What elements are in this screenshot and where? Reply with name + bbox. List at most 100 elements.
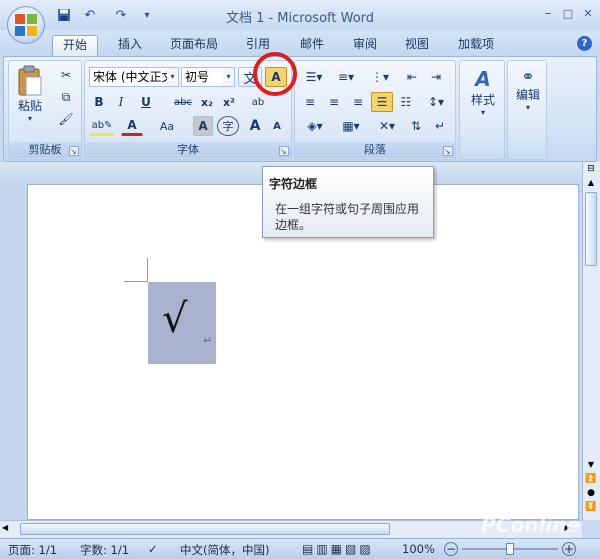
vertical-scrollbar[interactable]: ⊟ ▲ ▼ ⏫ ● ⏬ xyxy=(582,162,600,520)
zoom-level[interactable]: 100% xyxy=(402,542,435,556)
vertical-scroll-thumb[interactable] xyxy=(585,192,597,266)
styles-dropdown-icon: ▾ xyxy=(480,108,485,117)
scroll-down-icon[interactable]: ▼ xyxy=(584,460,598,472)
tab-review[interactable]: 审阅 xyxy=(343,35,387,56)
minimize-button[interactable]: – xyxy=(539,5,557,23)
grow-font-button[interactable]: A xyxy=(245,116,265,136)
font-name-combo[interactable]: 宋体 (中文正文) ▾ xyxy=(89,67,179,87)
crop-mark-vertical xyxy=(147,258,148,282)
paste-label: 粘贴 xyxy=(17,99,42,113)
font-launcher-icon[interactable]: ↘ xyxy=(279,146,289,156)
bullets-icon[interactable]: ☰▾ xyxy=(299,67,329,87)
show-marks-icon[interactable]: ↵ xyxy=(429,116,451,136)
tab-page-layout[interactable]: 页面布局 xyxy=(160,35,228,56)
paste-icon xyxy=(18,65,42,96)
font-name-dropdown-icon[interactable]: ▾ xyxy=(167,68,178,86)
font-name-value: 宋体 (中文正文) xyxy=(93,70,179,84)
paragraph-mark: ↵ xyxy=(203,334,213,347)
check-mark-character[interactable]: √ xyxy=(162,296,188,342)
ribbon: 粘贴 ▾ ✂ ⧉ 🖌 剪贴板 ↘ 宋体 (中文正文) ▾ 初号 ▾ 文 A B … xyxy=(3,56,597,162)
decrease-indent-icon[interactable]: ⇤ xyxy=(401,67,423,87)
chinese-layout-icon[interactable]: ✕▾ xyxy=(371,116,403,136)
distributed-icon[interactable]: ☷ xyxy=(395,92,417,112)
view-buttons-icon[interactable]: ▤▥▦▧▨ xyxy=(302,542,374,556)
office-button[interactable] xyxy=(7,6,45,44)
shading-icon[interactable]: ◈▾ xyxy=(299,116,331,136)
page-count[interactable]: 页面: 1/1 xyxy=(8,542,57,558)
ribbon-tabs: 开始 插入 页面布局 引用 邮件 审阅 视图 加载项 ? xyxy=(0,30,600,56)
word-count[interactable]: 字数: 1/1 xyxy=(80,542,129,558)
editing-label: 编辑 xyxy=(515,88,540,102)
paragraph-group: ☰▾ ≡▾ ⋮▾ ⇤ ⇥ ≡ ≡ ≡ ☰ ☷ ↕▾ ◈▾ ▦▾ ✕▾ ⇅ ↵ 段… xyxy=(294,60,456,160)
editing-group: ⚭ 编辑 ▾ xyxy=(507,60,547,160)
paragraph-launcher-icon[interactable]: ↘ xyxy=(443,146,453,156)
office-logo-icon xyxy=(15,14,37,36)
tab-view[interactable]: 视图 xyxy=(395,35,439,56)
view-ruler-icon[interactable]: ⊟ xyxy=(584,164,598,176)
font-size-combo[interactable]: 初号 ▾ xyxy=(181,67,235,87)
borders-icon[interactable]: ▦▾ xyxy=(335,116,367,136)
next-page-icon[interactable]: ⏬ xyxy=(584,502,598,514)
font-size-dropdown-icon[interactable]: ▾ xyxy=(223,68,234,86)
select-browse-object-icon[interactable]: ● xyxy=(584,488,598,500)
align-right-icon[interactable]: ≡ xyxy=(347,92,369,112)
tab-home[interactable]: 开始 xyxy=(52,35,99,56)
clipboard-launcher-icon[interactable]: ↘ xyxy=(69,146,79,156)
tab-insert[interactable]: 插入 xyxy=(108,35,152,56)
title-bar: ↶ ↷ ▾ 文档 1 - Microsoft Word – □ ✕ xyxy=(0,0,600,30)
tooltip-title: 字符边框 xyxy=(269,177,318,191)
clear-formatting-button[interactable]: ab xyxy=(247,92,269,112)
paragraph-group-label: 段落 xyxy=(295,142,455,158)
previous-page-icon[interactable]: ⏫ xyxy=(584,474,598,486)
numbering-icon[interactable]: ≡▾ xyxy=(331,67,361,87)
sort-icon[interactable]: ⇅ xyxy=(405,116,427,136)
text-highlight-button[interactable]: ab✎ xyxy=(89,116,115,136)
multilevel-list-icon[interactable]: ⋮▾ xyxy=(365,67,395,87)
maximize-button[interactable]: □ xyxy=(559,5,577,23)
styles-button[interactable]: A 样式 ▾ xyxy=(464,67,502,117)
increase-indent-icon[interactable]: ⇥ xyxy=(425,67,447,87)
format-painter-icon[interactable]: 🖌 xyxy=(55,109,77,129)
character-shading-button[interactable]: A xyxy=(193,116,213,136)
help-icon[interactable]: ? xyxy=(577,36,592,51)
paste-dropdown-icon: ▾ xyxy=(27,114,32,123)
horizontal-scroll-thumb[interactable] xyxy=(20,523,390,535)
copy-icon[interactable]: ⧉ xyxy=(55,87,77,107)
enclose-characters-button[interactable]: 字 xyxy=(217,116,239,136)
scroll-up-icon[interactable]: ▲ xyxy=(584,178,598,190)
clipboard-group: 粘贴 ▾ ✂ ⧉ 🖌 剪贴板 ↘ xyxy=(8,60,82,160)
line-spacing-icon[interactable]: ↕▾ xyxy=(421,92,451,112)
tooltip: 字符边框 在一组字符或句子周围应用边框。 xyxy=(262,166,434,238)
scroll-left-icon[interactable]: ◀ xyxy=(2,523,16,535)
zoom-in-icon[interactable]: + xyxy=(562,542,576,556)
paste-button[interactable]: 粘贴 ▾ xyxy=(13,65,47,123)
shrink-font-button[interactable]: A xyxy=(267,116,287,136)
align-center-icon[interactable]: ≡ xyxy=(323,92,345,112)
editing-dropdown-icon: ▾ xyxy=(525,103,530,112)
font-size-value: 初号 xyxy=(185,70,210,84)
subscript-button[interactable]: x₂ xyxy=(197,92,217,112)
justify-icon[interactable]: ☰ xyxy=(371,92,393,112)
zoom-slider-thumb[interactable] xyxy=(506,543,514,555)
zoom-out-icon[interactable]: − xyxy=(444,542,458,556)
window-title: 文档 1 - Microsoft Word xyxy=(225,11,375,26)
tooltip-body: 在一组字符或句子周围应用边框。 xyxy=(275,202,420,232)
change-case-button[interactable]: Aa xyxy=(153,116,181,136)
language-indicator[interactable]: 中文(简体，中国) xyxy=(180,542,269,558)
bold-button[interactable]: B xyxy=(89,92,109,112)
strikethrough-button[interactable]: abc xyxy=(171,92,195,112)
italic-button[interactable]: I xyxy=(111,92,131,112)
tab-mailings[interactable]: 邮件 xyxy=(290,35,334,56)
proofing-icon[interactable]: ✓ xyxy=(148,542,158,556)
superscript-button[interactable]: x² xyxy=(219,92,239,112)
tab-addins[interactable]: 加载项 xyxy=(448,35,504,56)
editing-button[interactable]: ⚭ 编辑 ▾ xyxy=(510,67,546,112)
status-bar: 页面: 1/1 字数: 1/1 ✓ 中文(简体，中国) ▤▥▦▧▨ 100% −… xyxy=(0,538,600,559)
underline-button[interactable]: U xyxy=(135,92,157,112)
styles-group: A 样式 ▾ xyxy=(459,60,505,160)
cut-icon[interactable]: ✂ xyxy=(55,65,77,85)
word-window: ↶ ↷ ▾ 文档 1 - Microsoft Word – □ ✕ 开始 插入 … xyxy=(0,0,600,559)
align-left-icon[interactable]: ≡ xyxy=(299,92,321,112)
font-color-button[interactable]: A xyxy=(121,116,143,136)
close-button[interactable]: ✕ xyxy=(579,5,597,23)
